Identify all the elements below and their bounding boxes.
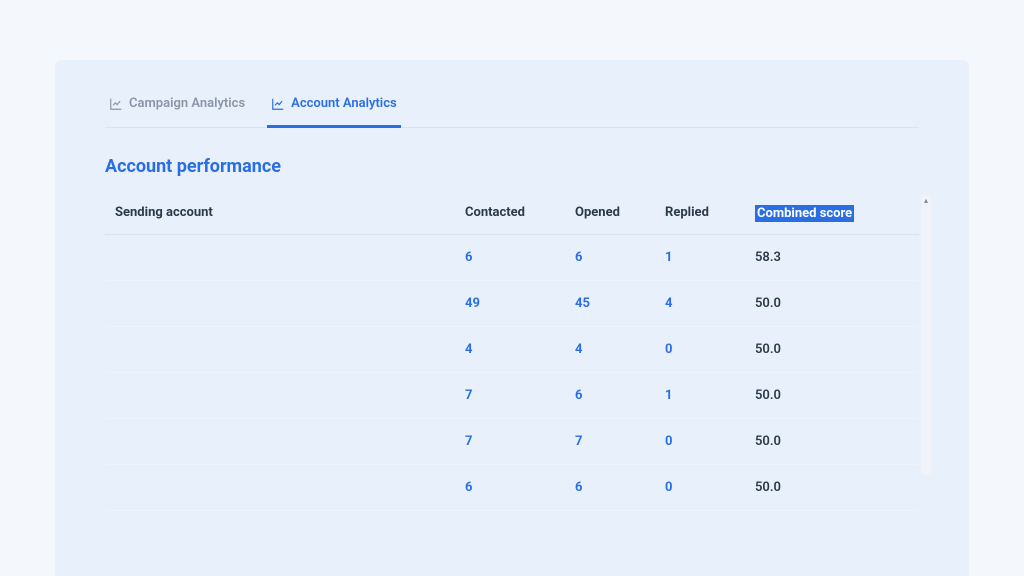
scroll-up-icon[interactable]: ▴ [921,195,931,205]
cell-opened[interactable]: 6 [575,250,665,265]
table-header: Sending account Contacted Opened Replied… [105,195,919,235]
scrollbar[interactable]: ▴ [921,195,931,475]
cell-score: 50.0 [755,388,895,403]
col-contacted[interactable]: Contacted [465,205,575,222]
cell-opened[interactable]: 6 [575,480,665,495]
col-opened[interactable]: Opened [575,205,665,222]
analytics-panel: Campaign Analytics Account Analytics Acc… [55,60,969,576]
cell-account [115,388,465,403]
table-body: 6 6 1 58.3 49 45 4 50.0 4 4 0 50.0 [105,235,919,511]
table-row: 6 6 0 50.0 [105,465,919,511]
cell-replied[interactable]: 0 [665,434,755,449]
col-sending-account[interactable]: Sending account [115,205,465,222]
cell-contacted[interactable]: 4 [465,342,575,357]
cell-replied[interactable]: 4 [665,296,755,311]
cell-opened[interactable]: 4 [575,342,665,357]
cell-score: 50.0 [755,434,895,449]
cell-replied[interactable]: 1 [665,250,755,265]
chart-line-icon [109,97,123,111]
cell-contacted[interactable]: 7 [465,388,575,403]
chart-line-icon [271,97,285,111]
cell-score: 50.0 [755,296,895,311]
highlighted-column: Combined score [755,205,854,222]
cell-contacted[interactable]: 6 [465,480,575,495]
cell-replied[interactable]: 0 [665,480,755,495]
cell-score: 50.0 [755,480,895,495]
cell-contacted[interactable]: 6 [465,250,575,265]
cell-opened[interactable]: 6 [575,388,665,403]
cell-contacted[interactable]: 49 [465,296,575,311]
cell-account [115,434,465,449]
tabs-container: Campaign Analytics Account Analytics [105,90,919,128]
col-combined-score[interactable]: Combined score [755,205,895,222]
table-row: 6 6 1 58.3 [105,235,919,281]
section-title: Account performance [105,156,919,177]
table-row: 49 45 4 50.0 [105,281,919,327]
tab-account-analytics[interactable]: Account Analytics [267,90,401,128]
table-row: 7 7 0 50.0 [105,419,919,465]
cell-contacted[interactable]: 7 [465,434,575,449]
cell-score: 58.3 [755,250,895,265]
cell-score: 50.0 [755,342,895,357]
tab-label: Account Analytics [291,96,397,111]
performance-table: Sending account Contacted Opened Replied… [105,195,919,511]
col-replied[interactable]: Replied [665,205,755,222]
cell-replied[interactable]: 1 [665,388,755,403]
tab-campaign-analytics[interactable]: Campaign Analytics [105,90,249,128]
tab-label: Campaign Analytics [129,96,245,111]
table-row: 7 6 1 50.0 [105,373,919,419]
cell-opened[interactable]: 45 [575,296,665,311]
cell-account [115,250,465,265]
cell-account [115,296,465,311]
cell-account [115,480,465,495]
cell-replied[interactable]: 0 [665,342,755,357]
table-row: 4 4 0 50.0 [105,327,919,373]
cell-account [115,342,465,357]
cell-opened[interactable]: 7 [575,434,665,449]
